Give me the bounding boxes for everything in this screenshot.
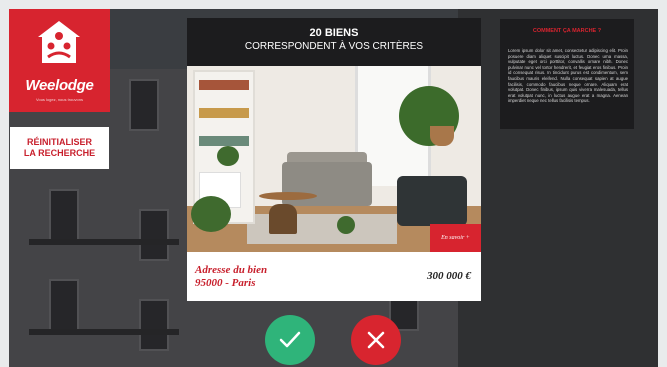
- listing-address: Adresse du bien: [195, 264, 268, 276]
- reject-button[interactable]: [351, 315, 401, 365]
- how-it-works-title: COMMENT ÇA MARCHE ?: [532, 28, 602, 34]
- listing-details: Adresse du bien 95000 - Paris 300 000 €: [187, 252, 481, 301]
- reset-search-label-line2: LA RECHERCHE: [23, 148, 96, 158]
- how-it-works-text: Lorem ipsum dolor sit amet, consectetur …: [508, 48, 628, 104]
- results-header: 20 BIENS CORRESPONDENT À VOS CRITÈRES: [187, 18, 481, 66]
- results-criteria: CORRESPONDENT À VOS CRITÈRES: [244, 41, 424, 52]
- app-frame: Weelodge Vous logez, nous trouvons RÉINI…: [9, 9, 658, 367]
- reset-search-button[interactable]: RÉINITIALISER LA RECHERCHE: [10, 127, 109, 169]
- close-icon: [367, 331, 385, 349]
- results-count: 20 BIENS: [309, 27, 359, 39]
- house-people-icon: [38, 21, 80, 63]
- listing-price: 300 000 €: [427, 270, 471, 282]
- how-it-works-panel: COMMENT ÇA MARCHE ? Lorem ipsum dolor si…: [500, 19, 634, 129]
- brand-logo[interactable]: Weelodge Vous logez, nous trouvons: [9, 9, 110, 112]
- more-info-button[interactable]: En savoir +: [430, 224, 481, 252]
- brand-tagline: Vous logez, nous trouvons: [36, 97, 83, 102]
- listing-postal-city: 95000 - Paris: [195, 277, 256, 289]
- accept-button[interactable]: [265, 315, 315, 365]
- brand-name: Weelodge: [25, 77, 94, 94]
- reset-search-label-line1: RÉINITIALISER: [26, 137, 92, 147]
- listing-photo[interactable]: En savoir +: [187, 66, 481, 252]
- check-icon: [279, 331, 301, 348]
